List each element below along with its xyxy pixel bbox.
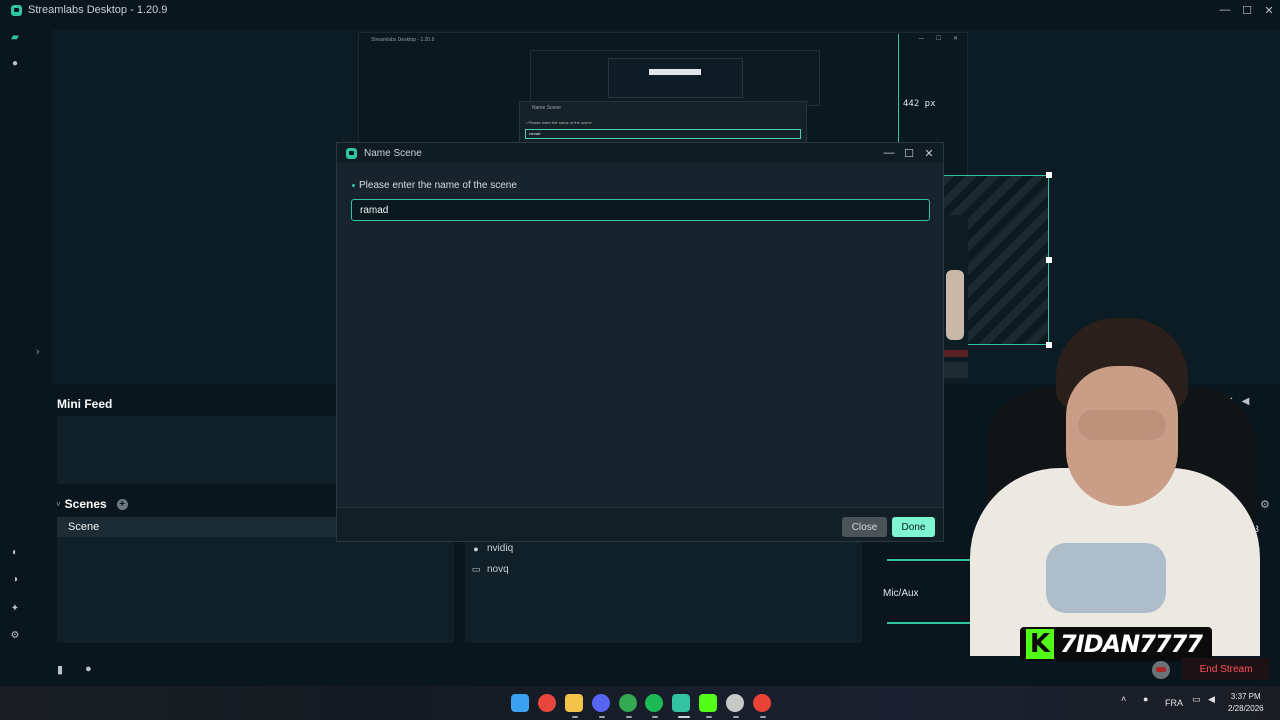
record-button[interactable] — [1152, 661, 1170, 679]
monitor-icon: ▭ — [471, 564, 481, 574]
measure-label: 442 px — [903, 99, 936, 109]
nested-preview-title: Streamlabs Desktop - 1.20.9 — [371, 37, 435, 43]
streamlabs-taskbar-icon[interactable] — [672, 694, 690, 712]
active-indicator — [626, 716, 632, 718]
clock-time: 3:37 PM — [1230, 692, 1261, 701]
end-stream-button[interactable]: End Stream — [1182, 658, 1270, 680]
dialog-title: Name Scene — [364, 147, 422, 159]
chevron-right-icon[interactable]: › — [36, 346, 40, 358]
webcam-icon: ● — [473, 543, 479, 554]
sources-list: ● nvidiq ▭ novq — [465, 538, 862, 643]
active-indicator — [652, 716, 658, 718]
chrome-icon[interactable] — [538, 694, 556, 712]
active-indicator — [678, 716, 690, 718]
taskbar-clock[interactable]: 3:37 PM 2/28/2026 — [1228, 691, 1264, 715]
streamer-username: 7IDAN7777 — [1060, 630, 1203, 658]
close-button[interactable]: ✕ — [1258, 0, 1280, 20]
source-label: nvidiq — [487, 543, 514, 554]
source-item[interactable]: ● nvidiq — [471, 543, 513, 554]
scene-name-label: Please enter the name of the scene — [352, 180, 517, 191]
sparkle-icon[interactable]: ✦ — [9, 602, 21, 614]
chrome-profile-icon[interactable] — [619, 694, 637, 712]
dialog-minimize-button[interactable]: — — [879, 143, 899, 163]
steam-icon[interactable] — [726, 694, 744, 712]
nested-dialog-title: Name Scene — [532, 105, 561, 111]
apps-icon[interactable]: ◑ — [9, 573, 21, 585]
done-button[interactable]: Done — [892, 517, 935, 537]
stats-icon[interactable]: ▮ — [57, 663, 63, 676]
windows-start-icon[interactable] — [511, 694, 529, 712]
nested-dialog-label: • Please enter the name of the scene — [526, 120, 592, 125]
nested-dialog-input: ramad — [525, 129, 801, 139]
active-indicator — [706, 716, 712, 718]
streamlabs-logo-icon — [11, 4, 22, 16]
chrome-alt-icon[interactable] — [753, 694, 771, 712]
scene-name-input[interactable] — [351, 199, 930, 221]
chevron-up-icon[interactable]: ˄ — [1121, 694, 1126, 704]
active-indicator — [572, 716, 578, 718]
play-circle-icon[interactable]: ● — [9, 57, 21, 69]
dialog-close-icon[interactable]: ✕ — [919, 143, 939, 163]
title-bar: Streamlabs Desktop - 1.20.9 — ☐ ✕ — [0, 0, 1280, 20]
mini-feed-content — [57, 416, 347, 484]
theme-icon[interactable]: ◐ — [9, 546, 21, 558]
dialog-footer: Close Done — [337, 507, 943, 541]
file-explorer-icon[interactable] — [565, 694, 583, 712]
kick-taskbar-icon[interactable] — [699, 694, 717, 712]
face-shadow — [1078, 410, 1166, 440]
dialog-header: Name Scene — ☐ ✕ — [337, 143, 943, 163]
mixer-source-label: Mic/Aux — [883, 588, 919, 599]
resize-handle-top-right[interactable] — [1046, 172, 1052, 178]
active-indicator — [599, 716, 605, 718]
source-label: novq — [487, 564, 509, 575]
scene-name-label-text: Please enter the name of the scene — [359, 180, 517, 191]
resize-handle-right[interactable] — [1046, 257, 1052, 263]
discord-icon[interactable] — [592, 694, 610, 712]
shirt-print — [1046, 543, 1166, 613]
add-scene-button[interactable]: + — [116, 498, 128, 510]
window-title: Streamlabs Desktop - 1.20.9 — [28, 4, 168, 16]
settings-gear-icon[interactable]: ⚙ — [9, 629, 21, 641]
required-dot-icon — [352, 184, 355, 187]
mini-feed-panel: Mini Feed — [52, 392, 347, 486]
active-indicator — [733, 716, 739, 718]
streamlabs-logo-icon — [346, 147, 357, 159]
scenes-title: Scenes — [64, 497, 107, 511]
side-navigation: ▰ ● ◐ ◑ ✦ ⚙ ● — [0, 20, 30, 686]
name-scene-dialog: Name Scene — ☐ ✕ Please enter the name o… — [336, 142, 944, 542]
source-item[interactable]: ▭ novq — [471, 564, 509, 575]
nested-preview-innermost — [608, 58, 743, 98]
notification-bell-icon[interactable]: ● — [85, 663, 92, 675]
nested-dialog: Name Scene • Please enter the name of th… — [519, 101, 807, 143]
spotify-icon[interactable] — [645, 694, 663, 712]
dialog-maximize-button[interactable]: ☐ — [899, 143, 919, 163]
speaker-icon[interactable]: ◀ — [1208, 694, 1215, 705]
minimize-button[interactable]: — — [1214, 0, 1236, 20]
network-icon[interactable]: ▭ — [1192, 694, 1201, 705]
webcam-overlay — [956, 318, 1274, 656]
language-indicator[interactable]: FRA — [1165, 698, 1183, 708]
close-button[interactable]: Close — [842, 517, 887, 537]
clock-date: 2/28/2026 — [1228, 704, 1264, 713]
maximize-button[interactable]: ☐ — [1236, 0, 1258, 20]
kick-name-tag: K 7IDAN7777 — [1020, 627, 1212, 661]
active-indicator — [760, 716, 766, 718]
mini-feed-title: Mini Feed — [57, 397, 113, 411]
nested-bar — [649, 69, 701, 75]
editor-icon[interactable]: ▰ — [9, 31, 21, 43]
windows-taskbar: ˄ ● FRA ▭ ◀ 3:37 PM 2/28/2026 — [0, 686, 1280, 720]
collapse-chevron-icon[interactable]: ˅ — [56, 500, 61, 509]
nested-window-controls: — ☐ ✕ — [918, 36, 963, 42]
kick-logo-icon: K — [1026, 629, 1054, 659]
microphone-icon[interactable]: ● — [1143, 694, 1148, 704]
